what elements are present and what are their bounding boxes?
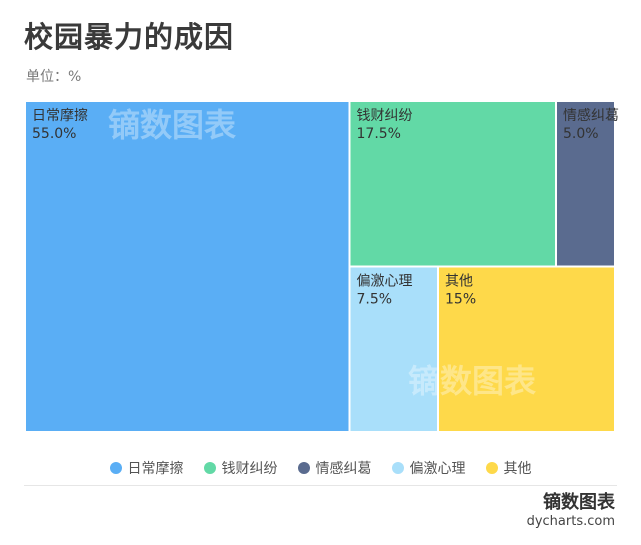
- legend-dot-icon: [485, 462, 498, 474]
- legend-item-0[interactable]: 日常摩擦: [109, 458, 184, 478]
- legend-label: 钱财纠纷: [221, 461, 278, 477]
- treemap-label: 偏激心理: [357, 273, 413, 290]
- treemap-label: 情感纠葛: [563, 107, 619, 124]
- legend-item-3[interactable]: 偏激心理: [391, 458, 466, 478]
- treemap-value: 55.0%: [32, 126, 76, 142]
- legend-dot-icon: [203, 462, 216, 474]
- treemap-cell[interactable]: 日常摩擦 55.0%: [26, 102, 349, 431]
- treemap-rect[interactable]: [26, 102, 349, 431]
- treemap-value: 7.5%: [357, 292, 393, 308]
- treemap-label: 其他: [445, 274, 473, 290]
- treemap-value: 15%: [445, 292, 476, 308]
- legend-label: 情感纠葛: [315, 461, 372, 477]
- treemap-value: 5.0%: [563, 126, 599, 142]
- treemap-label: 钱财纠纷: [357, 108, 413, 124]
- legend-dot-icon: [109, 462, 122, 474]
- brand-logo: 镝数图表 dycharts.com: [527, 492, 615, 530]
- legend-label: 其他: [503, 461, 532, 477]
- legend: 日常摩擦 钱财纠纷 情感纠葛 偏激心理 其他: [0, 458, 641, 478]
- legend-item-1[interactable]: 钱财纠纷: [203, 458, 278, 478]
- treemap-cell[interactable]: 钱财纠纷 17.5%: [350, 102, 556, 266]
- treemap-cell[interactable]: 情感纠葛 5.0%: [557, 102, 619, 266]
- legend-item-2[interactable]: 情感纠葛: [297, 458, 372, 478]
- treemap-value: 17.5%: [357, 126, 401, 142]
- brand-name: 镝数图表: [543, 492, 615, 513]
- treemap-cell[interactable]: 其他 15%: [439, 267, 614, 432]
- brand-url: dycharts.com: [526, 514, 615, 529]
- treemap-cell[interactable]: 偏激心理 7.5%: [350, 267, 438, 432]
- legend-label: 日常摩擦: [127, 461, 184, 477]
- legend-label: 偏激心理: [409, 461, 466, 477]
- legend-item-4[interactable]: 其他: [485, 458, 532, 478]
- legend-dot-icon: [297, 462, 310, 474]
- legend-divider: [24, 485, 617, 486]
- treemap-label: 日常摩擦: [32, 107, 88, 124]
- legend-dot-icon: [391, 462, 404, 474]
